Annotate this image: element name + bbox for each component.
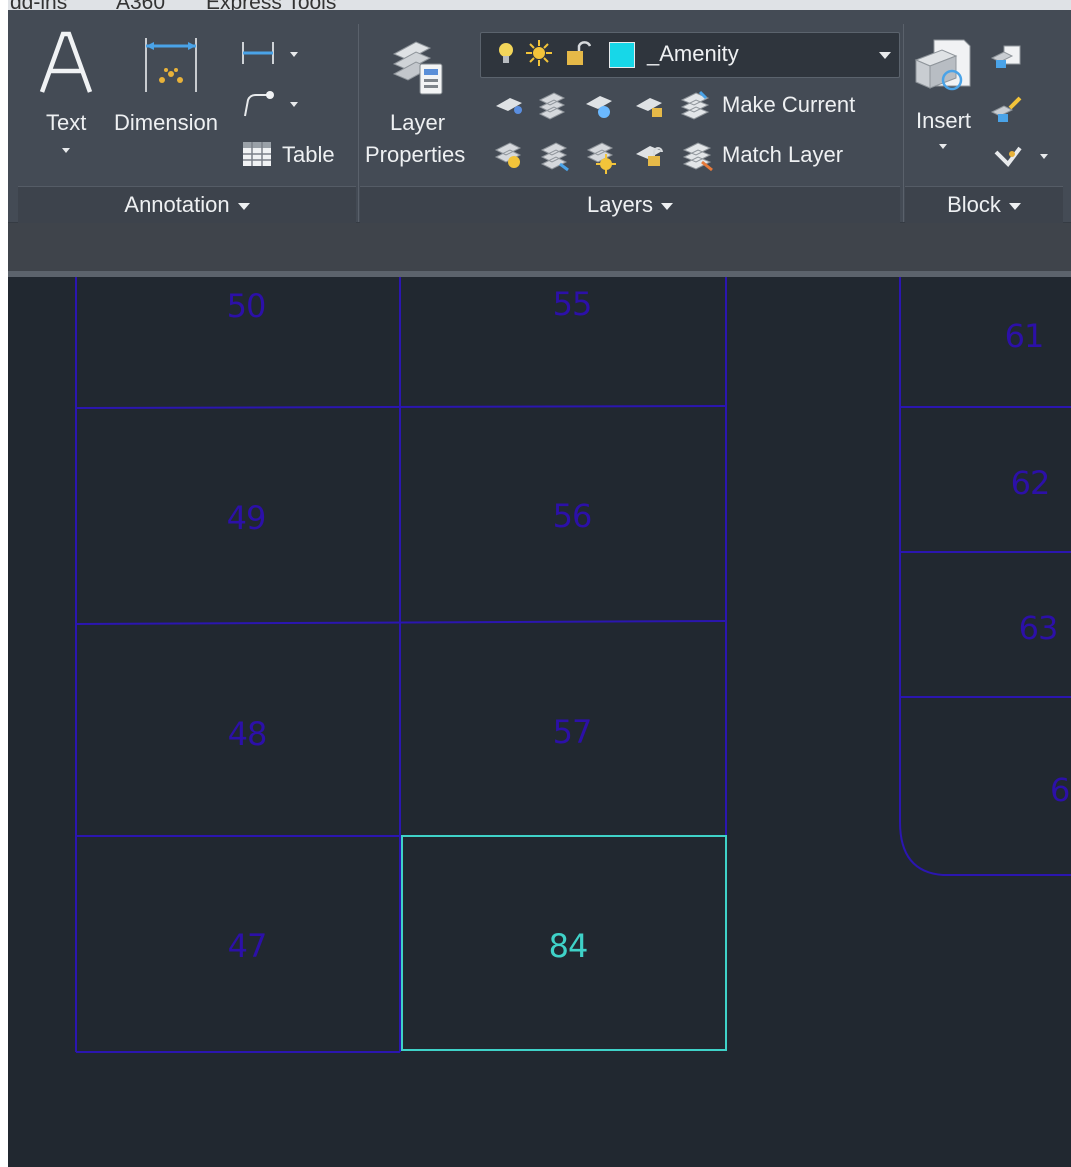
layer-color-swatch (609, 42, 635, 68)
layer-dropdown[interactable]: _Amenity (480, 32, 900, 78)
menu-item-addins[interactable]: dd-ins (10, 0, 67, 10)
menu-bar: dd-ins A360 Express Tools (8, 0, 1071, 10)
table-button-label[interactable]: Table (282, 142, 335, 168)
plot-boundary (75, 405, 727, 409)
current-layer-name: _Amenity (647, 41, 739, 66)
dimension-icon[interactable] (140, 36, 202, 94)
plot-label-56[interactable]: 56 (553, 497, 593, 535)
layer-unlock-icon (565, 39, 592, 67)
layer-thaw-sun-icon (525, 39, 553, 67)
layers-panel-title[interactable]: Layers (360, 186, 900, 223)
layer-dropdown-arrow[interactable] (879, 52, 891, 59)
match-layer-icon[interactable] (680, 140, 714, 172)
leader-icon[interactable] (242, 90, 276, 118)
plot-boundary (899, 821, 1071, 876)
block-attributes-icon[interactable] (994, 144, 1022, 170)
edit-block-icon[interactable] (990, 94, 1024, 124)
plot-label-84-selected[interactable]: 84 (549, 927, 589, 965)
insert-dropdown-arrow[interactable] (939, 144, 947, 149)
dimension-dropdown-arrow[interactable] (290, 52, 298, 57)
layer-off-icon[interactable] (494, 94, 526, 120)
plot-label-47[interactable]: 47 (228, 927, 268, 965)
linear-dimension-icon[interactable] (240, 40, 276, 66)
block-panel-title[interactable]: Block (905, 186, 1063, 223)
plot-label-64[interactable]: 64 (1050, 771, 1071, 809)
layer-properties-icon[interactable] (390, 36, 446, 96)
drawing-linework (75, 277, 1071, 1053)
layer-isolate-icon[interactable] (536, 90, 568, 122)
annotation-panel-title[interactable]: Annotation (18, 186, 356, 223)
dimension-button-label[interactable]: Dimension (114, 110, 218, 136)
annotation-panel-caret-icon (237, 202, 250, 210)
insert-button-label[interactable]: Insert (916, 108, 971, 134)
ribbon: Text Dimension Table Annotation Layer Pr… (8, 10, 1071, 223)
text-dropdown-arrow[interactable] (62, 148, 70, 153)
file-tab-bar[interactable] (8, 223, 1071, 277)
make-current-icon[interactable] (678, 90, 712, 122)
annotation-panel-title-text: Annotation (124, 192, 230, 217)
layer-lock-icon[interactable] (634, 94, 666, 120)
plot-label-57[interactable]: 57 (553, 713, 593, 751)
layer-freeze-icon[interactable] (584, 92, 616, 122)
leader-dropdown-arrow[interactable] (290, 102, 298, 107)
make-current-label[interactable]: Make Current (722, 92, 855, 118)
panel-divider (903, 24, 904, 222)
match-layer-label[interactable]: Match Layer (722, 142, 843, 168)
block-tools-dropdown-arrow[interactable] (1040, 154, 1048, 159)
panel-divider (358, 24, 359, 222)
layer-properties-label-line2[interactable]: Properties (365, 142, 465, 168)
drawing-canvas[interactable]: 50 55 61 49 56 62 63 48 57 64 47 84 (8, 277, 1071, 1167)
layer-previous-icon[interactable] (492, 140, 524, 172)
menu-item-express-tools[interactable]: Express Tools (206, 0, 336, 10)
insert-block-icon[interactable] (912, 36, 974, 98)
create-block-icon[interactable] (990, 42, 1024, 72)
layers-panel-title-text: Layers (586, 192, 654, 217)
table-icon[interactable] (242, 140, 272, 168)
plot-label-61[interactable]: 61 (1005, 317, 1045, 355)
plot-label-63[interactable]: 63 (1019, 609, 1059, 647)
text-button-label[interactable]: Text (46, 110, 86, 136)
block-panel-caret-icon (1008, 202, 1021, 210)
plot-label-48[interactable]: 48 (228, 715, 268, 753)
menu-item-a360[interactable]: A360 (116, 0, 165, 10)
plot-label-49[interactable]: 49 (227, 499, 267, 537)
layer-thaw-all-icon[interactable] (584, 140, 618, 174)
layer-on-bulb-icon (497, 41, 515, 67)
layer-unlock-tool-icon[interactable] (634, 142, 666, 170)
block-panel-title-text: Block (947, 192, 1001, 217)
layer-properties-label-line1[interactable]: Layer (390, 110, 445, 136)
autocad-window: dd-ins A360 Express Tools Text (8, 0, 1071, 1167)
plot-label-50[interactable]: 50 (227, 287, 267, 325)
text-icon[interactable] (36, 28, 96, 98)
layer-walk-icon[interactable] (538, 140, 570, 172)
layers-panel-caret-icon (661, 202, 674, 210)
plot-label-55[interactable]: 55 (553, 285, 593, 323)
plot-label-62[interactable]: 62 (1011, 464, 1051, 502)
